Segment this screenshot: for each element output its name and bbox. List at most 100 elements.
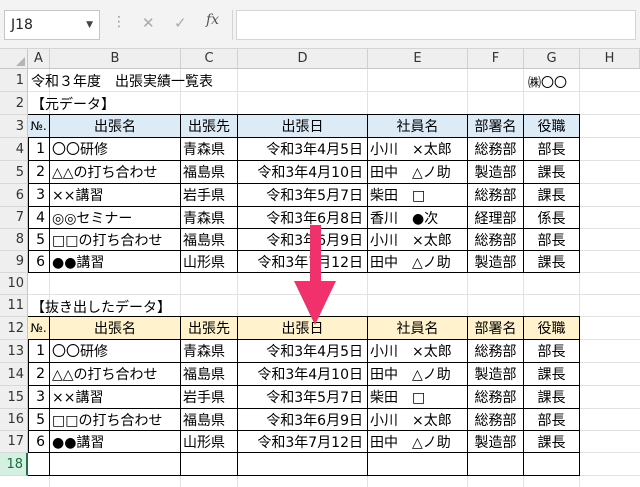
table-cell[interactable]: 小川 ×太郎 [368, 340, 468, 363]
empty-table-cell[interactable] [468, 453, 524, 476]
empty-table-cell[interactable] [238, 453, 368, 476]
table-cell[interactable]: 〇〇研修 [50, 138, 181, 161]
extracted-data-label[interactable]: 【抜き出したデータ】 [31, 297, 171, 317]
chevron-down-icon[interactable]: ▼ [86, 20, 93, 30]
table-cell[interactable]: 田中 △ノ助 [368, 161, 468, 184]
table-cell[interactable]: 田中 △ノ助 [368, 251, 468, 273]
table-cell[interactable]: 部長 [524, 340, 580, 363]
table-cell[interactable]: 香川 ●次 [368, 207, 468, 229]
column-header-c[interactable]: C [181, 49, 238, 69]
table-cell[interactable]: 課長 [524, 431, 580, 453]
table-cell[interactable]: 6 [28, 431, 50, 453]
table-cell[interactable]: 山形県 [181, 431, 238, 453]
table-cell[interactable]: 製造部 [468, 161, 524, 184]
table-cell[interactable]: ××講習 [50, 184, 181, 207]
table-cell[interactable]: ◎◎セミナー [50, 207, 181, 229]
table-cell[interactable]: 1 [28, 340, 50, 363]
row-header-2[interactable]: 2 [0, 92, 28, 115]
table-cell[interactable]: 令和3年7月12日 [238, 431, 368, 453]
row-header-3[interactable]: 3 [0, 115, 28, 138]
table-cell[interactable]: 福島県 [181, 363, 238, 386]
table-header-cell[interactable]: 出張先 [181, 317, 238, 340]
row-header-15[interactable]: 15 [0, 386, 28, 409]
table-cell[interactable]: 小川 ×太郎 [368, 138, 468, 161]
row-header-1[interactable]: 1 [0, 69, 28, 92]
source-data-label[interactable]: 【元データ】 [31, 94, 115, 114]
table-cell[interactable]: 小川 ×太郎 [368, 409, 468, 431]
table-cell[interactable]: 柴田 □ [368, 386, 468, 409]
company-name[interactable]: ㈱〇〇 [528, 72, 567, 91]
more-options-icon[interactable]: ⋮ [112, 14, 126, 30]
column-header-b[interactable]: B [50, 49, 181, 69]
table-cell[interactable]: 係長 [524, 207, 580, 229]
table-cell[interactable]: 総務部 [468, 409, 524, 431]
table-cell[interactable]: 部長 [524, 409, 580, 431]
column-header-a[interactable]: A [28, 49, 50, 69]
table-cell[interactable]: 3 [28, 386, 50, 409]
sheet-title[interactable]: 令和３年度 出張実績一覧表 [31, 71, 213, 91]
empty-table-cell[interactable] [368, 453, 468, 476]
table-cell[interactable]: 課長 [524, 161, 580, 184]
table-cell[interactable]: 田中 △ノ助 [368, 431, 468, 453]
table-cell[interactable]: 小川 ×太郎 [368, 229, 468, 251]
table-cell[interactable]: △△の打ち合わせ [50, 161, 181, 184]
table-cell[interactable]: 令和3年5月7日 [238, 184, 368, 207]
table-cell[interactable]: 1 [28, 138, 50, 161]
row-header-12[interactable]: 12 [0, 317, 28, 340]
table-header-cell[interactable]: 役職 [524, 317, 580, 340]
name-box[interactable]: J18 ▼ [4, 10, 100, 40]
table-header-cell[interactable]: 出張先 [181, 115, 238, 138]
empty-table-cell[interactable] [28, 453, 50, 476]
table-header-cell[interactable]: №. [28, 115, 50, 138]
table-cell[interactable]: 製造部 [468, 431, 524, 453]
empty-table-cell[interactable] [181, 453, 238, 476]
row-header-6[interactable]: 6 [0, 184, 28, 207]
table-cell[interactable]: 令和3年4月5日 [238, 340, 368, 363]
table-cell[interactable]: 青森県 [181, 340, 238, 363]
column-header-f[interactable]: F [468, 49, 524, 69]
table-cell[interactable]: 田中 △ノ助 [368, 363, 468, 386]
table-cell[interactable]: ●●講習 [50, 251, 181, 273]
table-cell[interactable]: 岩手県 [181, 386, 238, 409]
table-cell[interactable]: 課長 [524, 184, 580, 207]
table-cell[interactable]: 柴田 □ [368, 184, 468, 207]
row-header-13[interactable]: 13 [0, 340, 28, 363]
table-cell[interactable]: 福島県 [181, 229, 238, 251]
row-header-11[interactable]: 11 [0, 295, 28, 317]
row-header-7[interactable]: 7 [0, 207, 28, 229]
row-header-14[interactable]: 14 [0, 363, 28, 386]
table-cell[interactable]: 総務部 [468, 184, 524, 207]
table-cell[interactable]: 2 [28, 161, 50, 184]
table-cell[interactable]: 令和3年4月10日 [238, 161, 368, 184]
table-cell[interactable]: 4 [28, 207, 50, 229]
table-cell[interactable]: ●●講習 [50, 431, 181, 453]
table-header-cell[interactable]: 部署名 [468, 317, 524, 340]
table-cell[interactable]: 〇〇研修 [50, 340, 181, 363]
table-cell[interactable]: △△の打ち合わせ [50, 363, 181, 386]
row-header-16[interactable]: 16 [0, 409, 28, 431]
column-header-h[interactable]: H [580, 49, 640, 69]
table-cell[interactable]: 5 [28, 229, 50, 251]
table-cell[interactable]: 経理部 [468, 207, 524, 229]
table-cell[interactable]: 製造部 [468, 251, 524, 273]
table-cell[interactable]: 総務部 [468, 229, 524, 251]
table-cell[interactable]: 部長 [524, 229, 580, 251]
row-header-10[interactable]: 10 [0, 273, 28, 295]
empty-table-cell[interactable] [524, 453, 580, 476]
row-header-17[interactable]: 17 [0, 431, 28, 453]
cancel-icon[interactable]: ✕ [142, 14, 155, 32]
table-cell[interactable]: □□の打ち合わせ [50, 229, 181, 251]
table-header-cell[interactable]: 出張日 [238, 115, 368, 138]
select-all-button[interactable] [0, 49, 28, 69]
table-cell[interactable]: 福島県 [181, 409, 238, 431]
formula-input[interactable] [236, 10, 636, 40]
table-cell[interactable]: 総務部 [468, 340, 524, 363]
table-header-cell[interactable]: 役職 [524, 115, 580, 138]
table-cell[interactable]: 青森県 [181, 138, 238, 161]
insert-function-button[interactable]: fx [206, 12, 219, 28]
table-cell[interactable]: 課長 [524, 386, 580, 409]
column-header-d[interactable]: D [238, 49, 368, 69]
table-cell[interactable]: 3 [28, 184, 50, 207]
table-cell[interactable]: 令和3年4月5日 [238, 138, 368, 161]
table-cell[interactable]: 総務部 [468, 138, 524, 161]
